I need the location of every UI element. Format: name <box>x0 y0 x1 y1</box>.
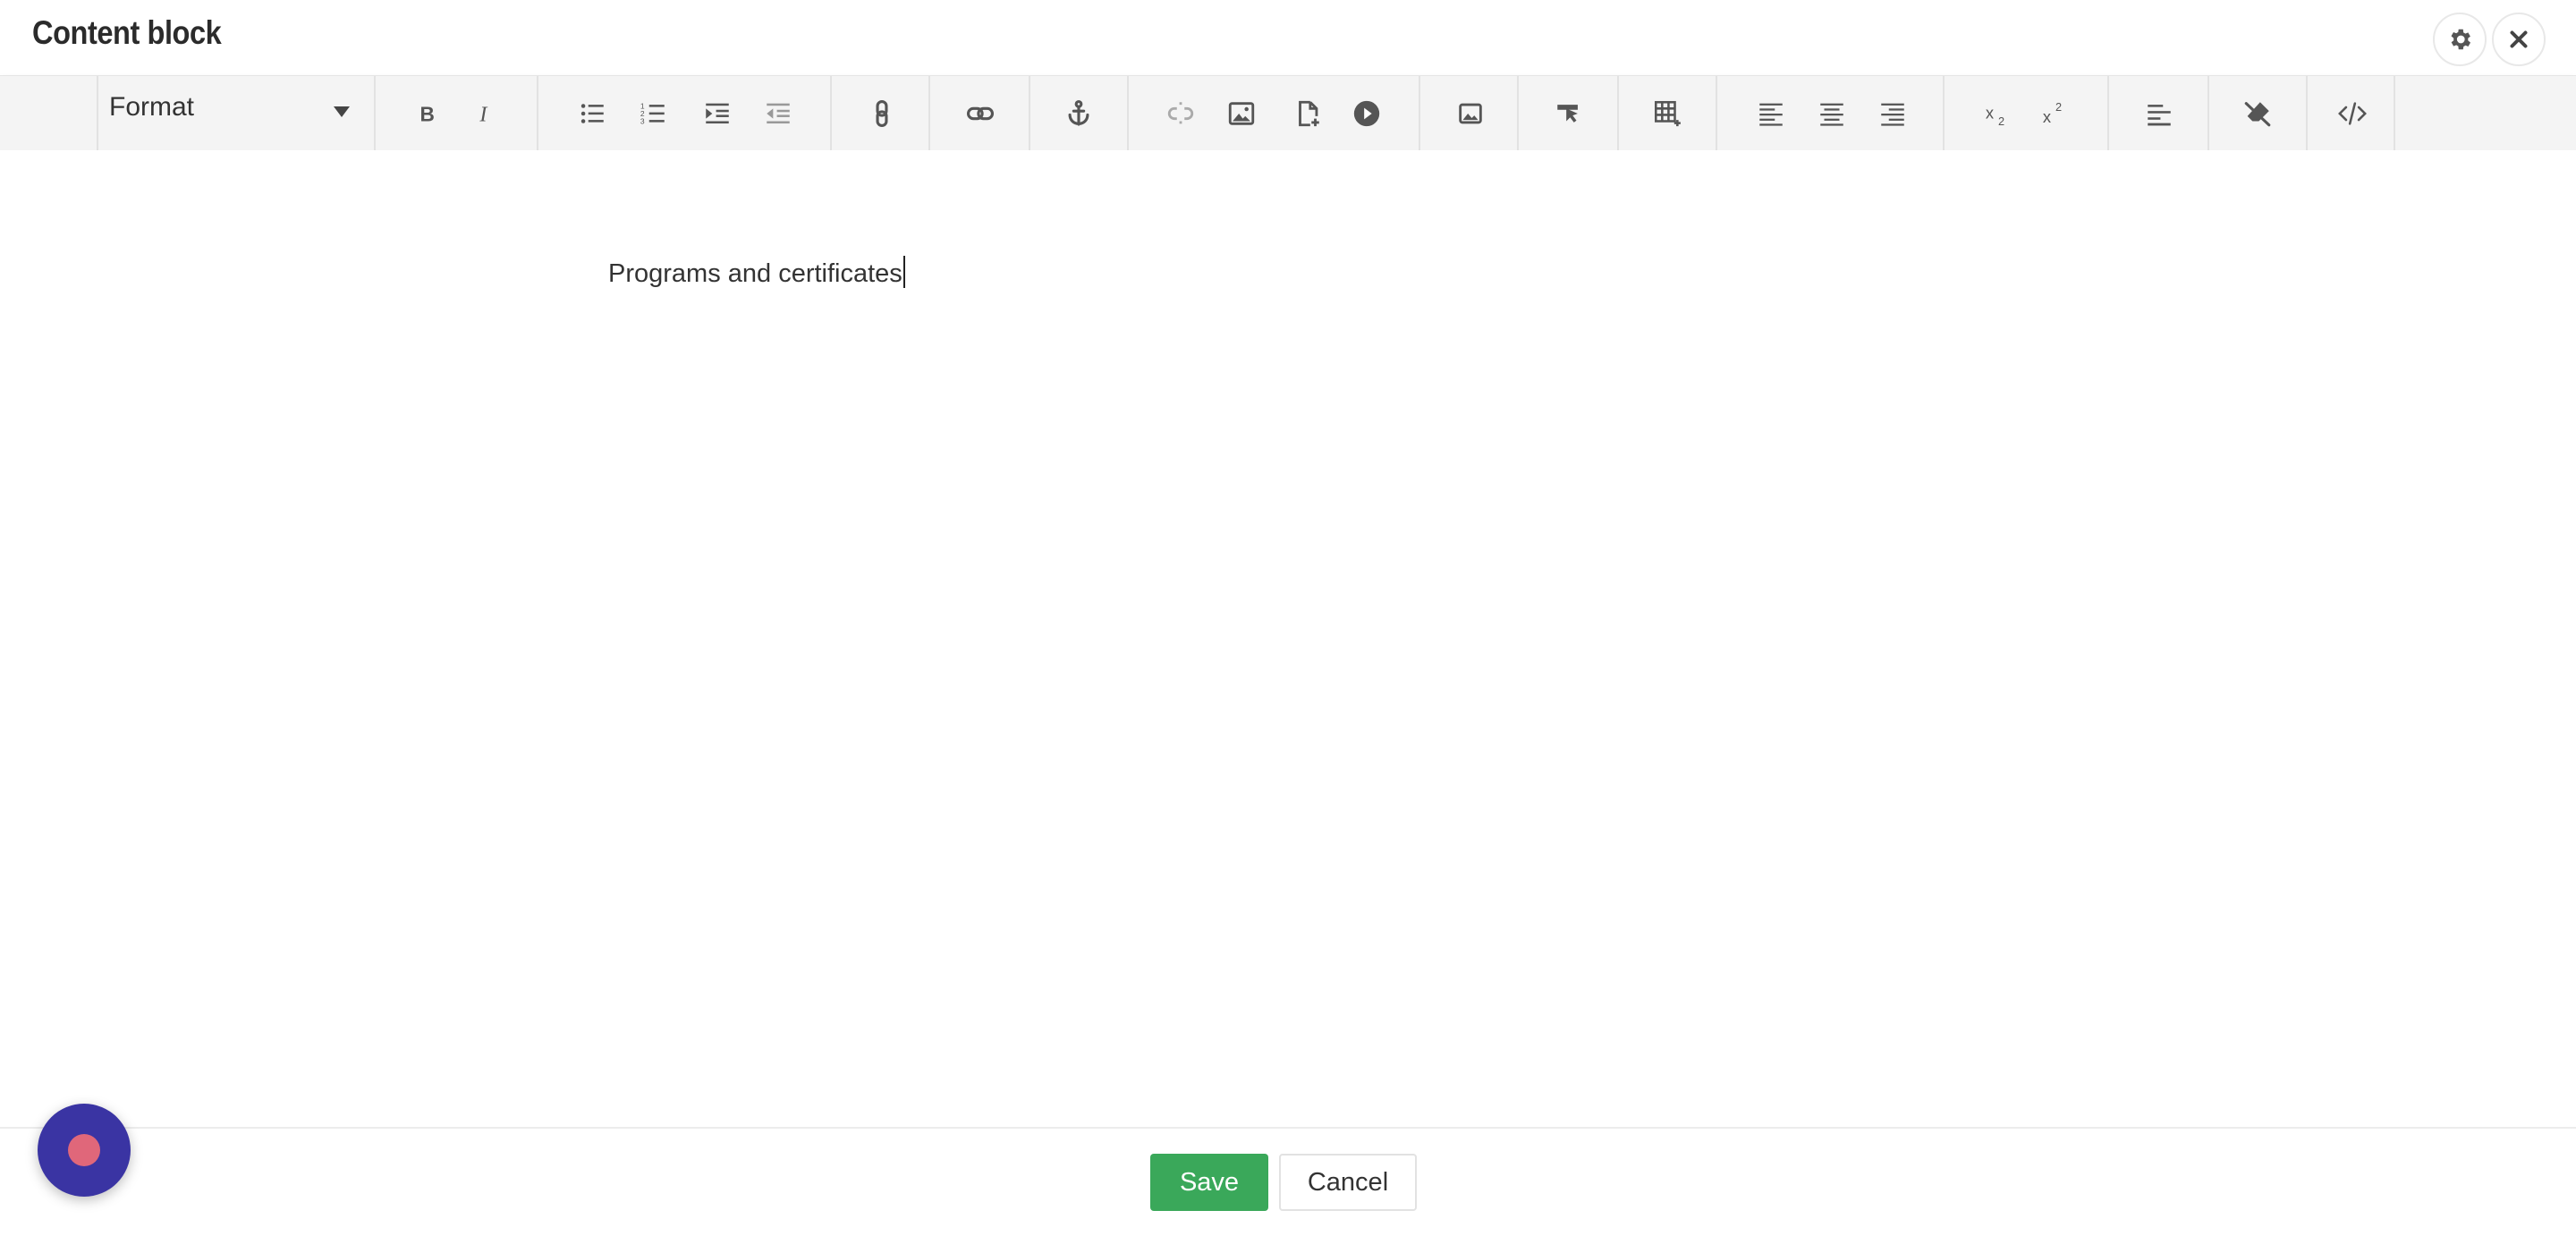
format-dropdown-label: Format <box>109 92 195 122</box>
settings-button[interactable] <box>2433 13 2487 66</box>
clear-format-icon <box>2244 102 2271 127</box>
new-document-button[interactable] <box>1286 92 1329 135</box>
svg-text:3: 3 <box>640 116 645 125</box>
toolbar-divider <box>1029 76 1030 151</box>
align-center-button[interactable] <box>1810 92 1853 135</box>
chevron-down-icon <box>334 106 350 117</box>
superscript-icon: x2 <box>2043 100 2062 126</box>
toolbar-divider <box>1127 76 1129 151</box>
chain-link-icon <box>966 106 995 121</box>
record-button[interactable] <box>38 1104 131 1197</box>
toolbar-divider <box>2207 76 2209 151</box>
subscript-button[interactable]: x2 <box>1977 92 2020 135</box>
svg-text:x: x <box>1986 104 1994 123</box>
toolbar-divider <box>2394 76 2395 151</box>
align-center-icon <box>1820 103 1843 126</box>
italic-icon: I <box>479 104 487 127</box>
dialog-header: Content block <box>0 0 2576 75</box>
editor-paragraph[interactable]: Programs and certificates <box>608 256 905 289</box>
align-left-button[interactable] <box>1750 92 1792 135</box>
toolbar-divider <box>2107 76 2109 151</box>
close-button[interactable] <box>2492 13 2546 66</box>
play-video-button[interactable] <box>1345 92 1388 135</box>
toolbar-divider <box>1943 76 1945 151</box>
cancel-button[interactable]: Cancel <box>1279 1154 1417 1211</box>
link-button[interactable] <box>860 92 903 135</box>
close-icon <box>2510 30 2528 48</box>
outdent-button[interactable] <box>757 92 800 135</box>
svg-text:2: 2 <box>2055 100 2062 114</box>
clear-format-button[interactable] <box>2236 92 2279 135</box>
toolbar-divider <box>928 76 930 151</box>
toolbar-divider <box>374 76 376 151</box>
svg-text:x: x <box>2043 107 2051 126</box>
text-cursor <box>902 256 905 288</box>
editor-text: Programs and certificates <box>608 259 902 288</box>
editor-toolbar: Format B I 123 x 2 x 2 <box>0 75 2576 152</box>
toolbar-divider <box>2306 76 2308 151</box>
dialog-footer: Save Cancel <box>0 1127 2576 1236</box>
bold-button[interactable]: B <box>406 92 449 135</box>
image-button[interactable] <box>1220 92 1263 135</box>
svg-text:2: 2 <box>1998 114 2004 128</box>
paragraph-button[interactable] <box>2138 92 2181 135</box>
dialog-title: Content block <box>32 14 222 51</box>
play-video-icon <box>1353 100 1380 127</box>
align-right-button[interactable] <box>1871 92 1914 135</box>
record-dot-icon <box>68 1134 100 1166</box>
editor-content-area[interactable]: Programs and certificates <box>0 150 2576 1127</box>
bold-icon: B <box>420 103 435 126</box>
bulleted-list-button[interactable] <box>571 92 614 135</box>
new-document-icon <box>1299 100 1319 127</box>
superscript-button[interactable]: x2 <box>2034 92 2077 135</box>
table-button[interactable] <box>1646 92 1689 135</box>
source-code-button[interactable] <box>2331 92 2374 135</box>
cursor-select-button[interactable] <box>1547 92 1590 135</box>
outdent-icon <box>767 103 790 124</box>
link-icon <box>876 99 888 128</box>
toolbar-divider <box>1419 76 1420 151</box>
svg-text:B: B <box>420 103 435 126</box>
save-button[interactable]: Save <box>1150 1154 1268 1211</box>
italic-button[interactable]: I <box>463 92 506 135</box>
unlink-button[interactable] <box>1159 92 1202 135</box>
anchor-button[interactable] <box>1057 92 1100 135</box>
numbered-list-icon: 123 <box>640 101 665 125</box>
source-code-icon <box>2338 102 2367 125</box>
toolbar-divider <box>1716 76 1717 151</box>
chain-link-button[interactable] <box>959 92 1002 135</box>
gallery-image-icon <box>1459 103 1482 124</box>
image-icon <box>1228 102 1255 125</box>
svg-text:I: I <box>479 104 487 127</box>
cursor-select-icon <box>1557 105 1578 123</box>
toolbar-divider <box>830 76 832 151</box>
toolbar-divider <box>1617 76 1619 151</box>
toolbar-divider <box>537 76 538 151</box>
unlink-icon <box>1167 102 1194 125</box>
numbered-list-button[interactable]: 123 <box>631 92 674 135</box>
table-icon <box>1654 100 1681 127</box>
indent-button[interactable] <box>696 92 739 135</box>
anchor-icon <box>1068 99 1089 126</box>
subscript-icon: x2 <box>1986 104 2004 128</box>
indent-icon <box>706 103 729 124</box>
gallery-image-button[interactable] <box>1449 92 1492 135</box>
toolbar-divider <box>1517 76 1519 151</box>
paragraph-icon <box>2148 105 2171 126</box>
format-dropdown[interactable]: Format <box>98 76 376 151</box>
gear-icon <box>2451 29 2470 50</box>
align-left-icon <box>1759 103 1783 126</box>
align-right-icon <box>1881 103 1904 126</box>
bulleted-list-icon <box>580 104 604 123</box>
